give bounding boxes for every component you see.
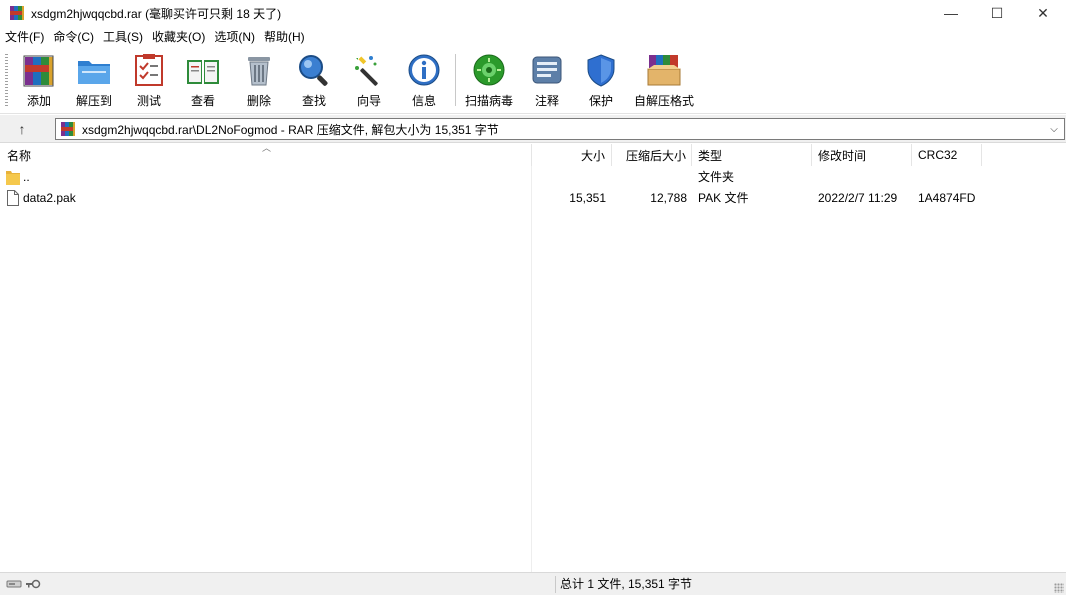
resize-grip[interactable] bbox=[1054, 583, 1064, 593]
file-size: 15,351 bbox=[569, 191, 606, 205]
file-modified: 2022/2/7 11:29 bbox=[818, 191, 898, 205]
column-header-size[interactable]: 大小 bbox=[532, 144, 612, 166]
column-crc-label: CRC32 bbox=[918, 148, 958, 162]
sfx-box-icon bbox=[646, 52, 682, 88]
add-archive-icon bbox=[21, 52, 57, 88]
menu-help[interactable]: 帮助(H) bbox=[259, 27, 309, 47]
path-combobox[interactable]: xsdgm2hjwqqcbd.rar\DL2NoFogmod - RAR 压缩文… bbox=[55, 118, 1065, 140]
protect-label: 保护 bbox=[588, 94, 613, 108]
file-packed-size: 12,788 bbox=[650, 191, 687, 205]
window-title: xsdgm2hjwqqcbd.rar (毫聊买许可只剩 18 天了) bbox=[31, 5, 281, 22]
wizard-label: 向导 bbox=[356, 94, 381, 108]
file-name: data2.pak bbox=[23, 191, 76, 205]
find-button[interactable]: 查找 bbox=[296, 52, 332, 110]
column-header-packed[interactable]: 压缩后大小 bbox=[612, 144, 692, 166]
column-header-crc32[interactable]: CRC32 bbox=[912, 144, 982, 166]
add-label: 添加 bbox=[26, 94, 51, 108]
test-checklist-icon bbox=[131, 52, 167, 88]
status-summary: 总计 1 文件, 15,351 字节 bbox=[560, 577, 693, 591]
menu-bar: 文件(F) 命令(C) 工具(S) 收藏夹(O) 选项(N) 帮助(H) bbox=[0, 27, 1066, 47]
toolbar-grip[interactable] bbox=[5, 54, 8, 106]
up-arrow-icon: ↑ bbox=[18, 121, 26, 137]
file-name: .. bbox=[23, 170, 30, 184]
drive-icon[interactable] bbox=[6, 577, 22, 594]
sort-ascending-icon: ︿ bbox=[262, 143, 272, 153]
view-book-icon bbox=[185, 52, 221, 88]
key-icon[interactable] bbox=[25, 577, 41, 594]
archive-icon bbox=[60, 121, 76, 137]
column-modified-label: 修改时间 bbox=[818, 148, 867, 163]
menu-commands[interactable]: 命令(C) bbox=[48, 27, 98, 47]
path-text: xsdgm2hjwqqcbd.rar\DL2NoFogmod - RAR 压缩文… bbox=[82, 122, 499, 137]
winrar-window: xsdgm2hjwqqcbd.rar (毫聊买许可只剩 18 天了) — ☐ ✕… bbox=[0, 0, 1066, 595]
menu-favorites[interactable]: 收藏夹(O) bbox=[147, 27, 209, 47]
file-size bbox=[532, 167, 606, 188]
info-button[interactable]: 信息 bbox=[406, 52, 442, 110]
toolbar-separator bbox=[455, 54, 456, 106]
close-button[interactable]: ✕ bbox=[1020, 0, 1066, 26]
scan-virus-button[interactable]: 扫描病毒 bbox=[463, 52, 515, 110]
view-label: 查看 bbox=[190, 94, 215, 108]
window-title-filename: xsdgm2hjwqqcbd.rar bbox=[31, 6, 142, 21]
shield-icon bbox=[583, 52, 619, 88]
virus-scan-icon bbox=[471, 52, 507, 88]
column-header-type[interactable]: 类型 bbox=[692, 144, 812, 166]
file-icon bbox=[7, 190, 21, 206]
sfx-button[interactable]: 自解压格式 bbox=[634, 52, 694, 110]
info-label: 信息 bbox=[411, 94, 436, 108]
column-header-modified[interactable]: 修改时间 bbox=[812, 144, 912, 166]
window-controls: — ☐ ✕ bbox=[928, 0, 1066, 26]
trash-icon bbox=[241, 52, 277, 88]
extract-to-button[interactable]: 解压到 bbox=[76, 52, 112, 110]
status-bar: 总计 1 文件, 15,351 字节 bbox=[0, 572, 1066, 595]
extract-folder-icon bbox=[76, 52, 112, 88]
column-name-label: 名称 bbox=[7, 148, 32, 163]
minimize-button[interactable]: — bbox=[928, 0, 974, 26]
magnifier-icon bbox=[296, 52, 332, 88]
menu-tools[interactable]: 工具(S) bbox=[98, 27, 147, 47]
file-packed-size bbox=[612, 167, 687, 188]
title-bar: xsdgm2hjwqqcbd.rar (毫聊买许可只剩 18 天了) — ☐ ✕ bbox=[0, 0, 1066, 26]
menu-options[interactable]: 选项(N) bbox=[209, 27, 259, 47]
up-folder-button[interactable]: ↑ bbox=[8, 119, 36, 139]
comment-label: 注释 bbox=[534, 94, 559, 108]
delete-button[interactable]: 删除 bbox=[241, 52, 277, 110]
find-label: 查找 bbox=[301, 94, 326, 108]
table-row[interactable]: data2.pak 15,351 12,788 PAK 文件 2022/2/7 … bbox=[0, 188, 1066, 209]
wizard-button[interactable]: 向导 bbox=[351, 52, 387, 110]
column-packed-label: 压缩后大小 bbox=[625, 148, 686, 163]
folder-icon bbox=[6, 169, 22, 185]
info-icon bbox=[406, 52, 442, 88]
status-separator bbox=[555, 576, 556, 593]
file-crc32: 1A4874FD bbox=[918, 191, 976, 205]
status-icons bbox=[6, 577, 41, 594]
test-button[interactable]: 测试 bbox=[131, 52, 167, 110]
view-button[interactable]: 查看 bbox=[183, 52, 223, 110]
sfx-label: 自解压格式 bbox=[634, 94, 695, 108]
test-label: 测试 bbox=[136, 94, 161, 108]
magic-wand-icon bbox=[351, 52, 387, 88]
table-row[interactable]: .. 文件夹 bbox=[0, 167, 1066, 188]
toolbar: 添加 解压到 测试 查看 删除 查找 向导 信息 扫描病毒 注释 保护 自解压格… bbox=[0, 48, 1066, 114]
scan-virus-label: 扫描病毒 bbox=[464, 94, 513, 108]
file-type: PAK 文件 bbox=[698, 191, 749, 205]
menu-file[interactable]: 文件(F) bbox=[0, 27, 48, 47]
extract-to-label: 解压到 bbox=[76, 94, 113, 108]
add-button[interactable]: 添加 bbox=[21, 52, 57, 110]
winrar-app-icon[interactable] bbox=[9, 5, 25, 21]
file-list: 名称 ︿ 大小 压缩后大小 类型 修改时间 CRC32 .. 文件夹 data2… bbox=[0, 143, 1066, 572]
file-type: 文件夹 bbox=[698, 170, 735, 184]
maximize-button[interactable]: ☐ bbox=[974, 0, 1020, 26]
comment-note-icon bbox=[529, 52, 565, 88]
column-header-name[interactable]: 名称 ︿ bbox=[0, 143, 532, 166]
delete-label: 删除 bbox=[246, 94, 271, 108]
comment-button[interactable]: 注释 bbox=[529, 52, 565, 110]
chevron-down-icon[interactable]: ⌵ bbox=[1046, 120, 1062, 138]
protect-button[interactable]: 保护 bbox=[583, 52, 619, 110]
column-type-label: 类型 bbox=[698, 148, 723, 163]
column-size-label: 大小 bbox=[580, 148, 605, 163]
address-bar: ↑ xsdgm2hjwqqcbd.rar\DL2NoFogmod - RAR 压… bbox=[0, 115, 1066, 143]
window-title-license: (毫聊买许可只剩 18 天了) bbox=[145, 6, 282, 21]
